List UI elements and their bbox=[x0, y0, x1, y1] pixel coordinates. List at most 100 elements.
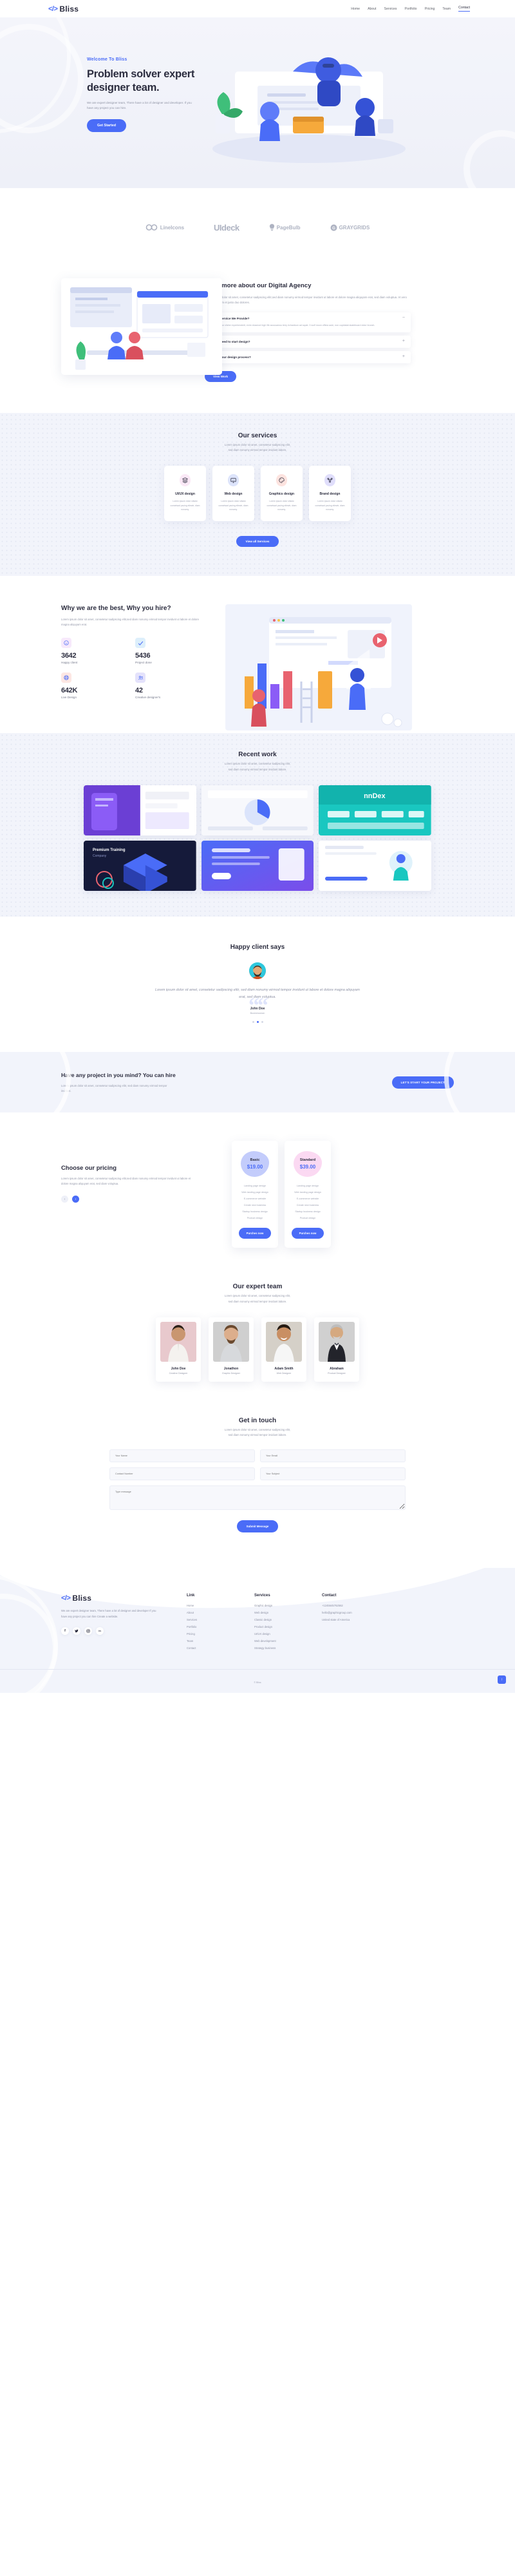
footer-email[interactable]: hello@graphicgroup.com bbox=[322, 1611, 412, 1614]
footer-link[interactable]: Services bbox=[187, 1618, 254, 1621]
faq-item[interactable]: What is our design process? + bbox=[205, 350, 411, 363]
portfolio-item[interactable]: nnDex bbox=[319, 785, 431, 835]
pricing-next-button[interactable]: › bbox=[72, 1196, 79, 1203]
team-card[interactable]: John Doe Creative Designer bbox=[156, 1317, 201, 1382]
service-text: Lorem ipsum dolor sitsdw consetsad pscin… bbox=[315, 500, 345, 511]
view-all-services-button[interactable]: View all Services bbox=[236, 535, 279, 547]
hero-section: Welcome To Bliss Problem solver expert d… bbox=[0, 17, 515, 188]
submit-message-button[interactable]: Submit Message bbox=[236, 1520, 279, 1533]
users-icon bbox=[135, 673, 145, 683]
nav-item-portfolio[interactable]: Portfolio bbox=[405, 7, 417, 11]
portfolio-subtitle: Lorem ipsum dolor sit amet, consetetur s… bbox=[224, 762, 291, 771]
palette-icon bbox=[276, 474, 287, 487]
team-photo bbox=[213, 1321, 249, 1362]
plan-feature: Landing page design bbox=[243, 1185, 267, 1188]
footer-phone[interactable]: +1245645762562 bbox=[322, 1604, 412, 1607]
footer-link[interactable]: About bbox=[187, 1611, 254, 1614]
message-field[interactable] bbox=[109, 1485, 406, 1511]
footer-logo[interactable]: </> Bliss bbox=[61, 1594, 187, 1603]
plus-icon[interactable]: + bbox=[402, 339, 405, 343]
twitter-icon[interactable] bbox=[73, 1627, 80, 1635]
logo[interactable]: </> Bliss bbox=[48, 5, 79, 14]
why-section: Why we are the best, Why you hire? Lorem… bbox=[0, 575, 515, 734]
carousel-dot[interactable] bbox=[261, 1021, 263, 1024]
nav-item-team[interactable]: Team bbox=[442, 7, 451, 11]
nav-item-about[interactable]: About bbox=[368, 7, 377, 11]
portfolio-item[interactable] bbox=[84, 785, 196, 835]
footer-link[interactable]: Product design bbox=[254, 1625, 322, 1628]
footer-column-head: Contact bbox=[322, 1594, 337, 1598]
service-card-brand[interactable]: Brand design Lorem ipsum dolor sitsdw co… bbox=[309, 466, 351, 521]
hero-kicker: Welcome To Bliss bbox=[87, 57, 127, 62]
pricing-card-standard[interactable]: Standard $39.00 Landing page design Web … bbox=[285, 1141, 331, 1248]
purchase-button[interactable]: Purches now bbox=[238, 1228, 272, 1239]
plan-price: $39.00 bbox=[299, 1164, 316, 1170]
footer-link[interactable]: Team bbox=[187, 1639, 254, 1643]
name-field[interactable] bbox=[109, 1449, 255, 1463]
nav-item-home[interactable]: Home bbox=[351, 7, 360, 11]
minus-icon[interactable]: − bbox=[402, 316, 405, 320]
brand-pagebulb: PageBulb bbox=[269, 224, 301, 231]
service-text: Lorem ipsum dolor sitsdw consetsad pscin… bbox=[170, 500, 200, 511]
team-card[interactable]: Adam Smith Web Designer bbox=[261, 1317, 306, 1382]
linkedin-icon[interactable]: in bbox=[96, 1627, 104, 1635]
smiley-icon bbox=[61, 638, 71, 649]
pricing-card-basic[interactable]: Basic $19.00 Landing page design Web lan… bbox=[232, 1141, 278, 1248]
purchase-button[interactable]: Purches now bbox=[291, 1228, 324, 1239]
portfolio-title: Recent work bbox=[238, 751, 277, 759]
service-card-graphics[interactable]: Graphics design Lorem ipsum dolor sitsdw… bbox=[261, 466, 303, 521]
footer-link[interactable]: Strategy business bbox=[254, 1646, 322, 1650]
email-field[interactable] bbox=[260, 1449, 406, 1463]
pricing-prev-button[interactable]: ‹ bbox=[61, 1196, 68, 1203]
team-photo bbox=[160, 1321, 196, 1362]
plan-feature: Startup business design bbox=[295, 1210, 321, 1214]
portfolio-item[interactable] bbox=[201, 840, 314, 891]
services-title: Our services bbox=[238, 432, 277, 439]
why-title: Why we are the best, Why you hire? bbox=[61, 604, 171, 612]
service-card-uiux[interactable]: UI/UX design Lorem ipsum dolor sitsdw co… bbox=[164, 466, 206, 521]
footer-link[interactable]: Web development bbox=[254, 1639, 322, 1643]
footer-link[interactable]: Pricing bbox=[187, 1632, 254, 1636]
team-card[interactable]: Abraham Product Designer bbox=[314, 1317, 359, 1382]
get-started-button[interactable]: Get Started bbox=[87, 119, 127, 133]
team-subtitle: Lorem ipsum dolor sit amet, consetetur s… bbox=[224, 1294, 291, 1303]
services-section: Our services Lorem ipsum dolor sit amet,… bbox=[0, 412, 515, 576]
nav-item-contact[interactable]: Contact bbox=[458, 6, 470, 12]
footer-link[interactable]: UI/UX design bbox=[254, 1632, 322, 1636]
team-card[interactable]: Jonathon Graphic Designer bbox=[209, 1317, 254, 1382]
carousel-dot[interactable] bbox=[252, 1021, 254, 1024]
footer-link[interactable]: Portfolio bbox=[187, 1625, 254, 1628]
nav-item-pricing[interactable]: Pricing bbox=[425, 7, 435, 11]
hero-description: We are expert designer team, There have … bbox=[87, 101, 192, 110]
brand-logos-section: LineIcons UIdeck PageBulb G GRAYGRIDS bbox=[0, 188, 515, 267]
footer-link[interactable]: Home bbox=[187, 1604, 254, 1607]
plan-feature: Landing page design bbox=[296, 1185, 319, 1188]
facebook-icon[interactable]: f bbox=[61, 1627, 69, 1635]
about-title: Read more about our Digital Agency bbox=[205, 282, 312, 289]
team-role: Web Designer bbox=[276, 1371, 292, 1375]
footer-link[interactable]: Graphic design bbox=[254, 1604, 322, 1607]
phone-field[interactable] bbox=[109, 1467, 255, 1481]
footer-link[interactable]: Classic design bbox=[254, 1618, 322, 1621]
plus-icon[interactable]: + bbox=[402, 354, 405, 359]
stat-label: Creative designer's bbox=[135, 696, 161, 700]
instagram-icon[interactable] bbox=[84, 1627, 92, 1635]
scroll-to-top-button[interactable]: ↑ bbox=[498, 1675, 506, 1684]
stat-value: 5436 bbox=[135, 652, 151, 660]
carousel-dot-active[interactable] bbox=[256, 1021, 259, 1024]
about-illustration bbox=[61, 278, 222, 375]
portfolio-item[interactable] bbox=[201, 785, 314, 835]
subject-field[interactable] bbox=[260, 1467, 406, 1481]
footer-link[interactable]: Web design bbox=[254, 1611, 322, 1614]
service-card-web[interactable]: </> Web design Lorem ipsum dolor sitsdw … bbox=[212, 466, 254, 521]
footer-link[interactable]: Contact bbox=[187, 1646, 254, 1650]
team-name: John Doe bbox=[171, 1366, 186, 1371]
portfolio-item[interactable]: Premium Training Company bbox=[84, 840, 196, 891]
faq-item[interactable]: What I need to start design? + bbox=[205, 335, 411, 348]
portfolio-item[interactable] bbox=[319, 840, 431, 891]
footer-column-link: Link Home About Services Portfolio Prici… bbox=[187, 1594, 254, 1650]
brand-uideck: UIdeck bbox=[214, 223, 239, 233]
main-nav: Home About Services Portfolio Pricing Te… bbox=[351, 6, 470, 12]
nav-item-services[interactable]: Services bbox=[384, 7, 397, 11]
faq-item[interactable]: Which Service We Provide? − Anim pariatu… bbox=[205, 312, 411, 332]
